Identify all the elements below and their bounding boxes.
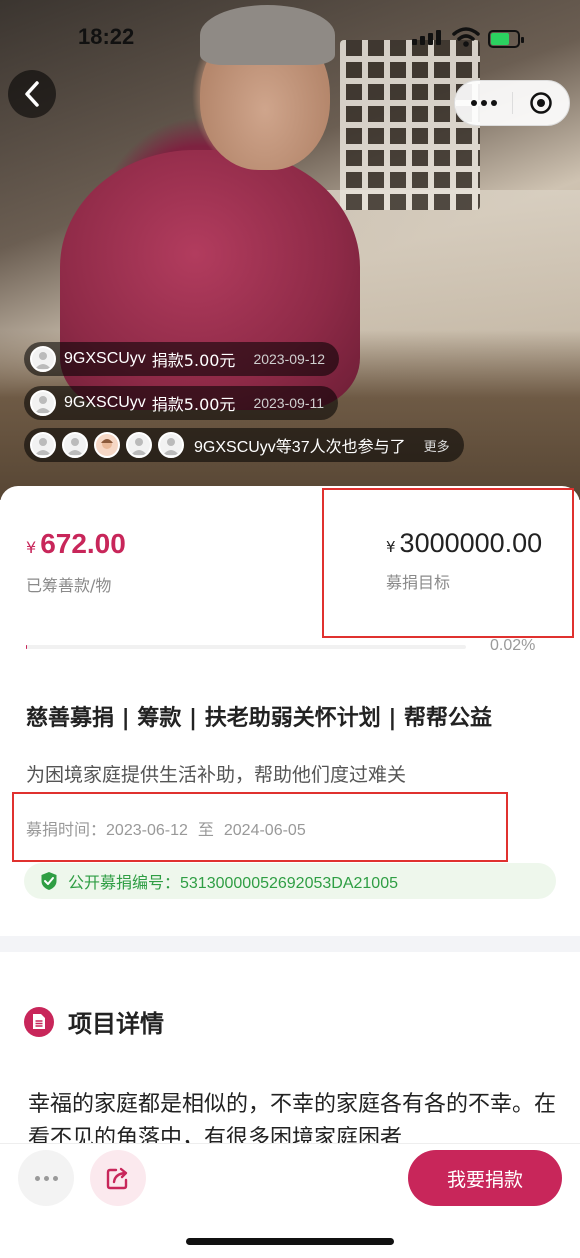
avatar [30,390,56,416]
project-title: 慈善募捐 | 筹款 | 扶老助弱关怀计划 | 帮帮公益 [26,706,493,731]
share-button[interactable] [90,1150,146,1206]
project-subtitle: 为困境家庭提供生活补助，帮助他们度过难关 [26,764,407,786]
goal-highlight-box [322,488,574,638]
home-indicator [186,1238,394,1245]
back-button[interactable] [8,70,56,118]
avatar [94,432,120,458]
progress-percent: 0.02% [490,637,536,654]
donation-date: 2023-09-11 [253,395,325,411]
section-divider [0,936,580,952]
avatar [62,432,88,458]
raised-value: 672.00 [40,528,126,559]
donor-name: 9GXSCUyv [64,350,146,367]
donation-action: 捐款5.00元 [151,395,236,414]
period-highlight-box [12,792,508,862]
progress-bar [26,645,466,649]
wifi-icon [452,27,480,47]
donation-record: 9GXSCUyv 捐款5.00元 2023-09-12 [24,342,340,376]
currency-symbol: ¥ [26,538,37,557]
signal-icon [412,30,441,45]
donate-button[interactable]: 我要捐款 [408,1150,562,1206]
progress-fill [26,645,28,649]
registration-badge: 公开募捐编号：53130000052692053DA21005 [24,863,556,899]
battery-icon [488,30,524,48]
status-bar: 18:22 [0,0,580,80]
avatar [126,432,152,458]
more-options-button[interactable] [18,1150,74,1206]
registration-number: 公开募捐编号：53130000052692053DA21005 [68,875,398,892]
mini-program-capsule [454,80,570,126]
more-menu-button[interactable] [455,100,512,106]
donation-record: 9GXSCUyv 捐款5.00元 2023-09-11 [24,386,339,420]
avatar [30,346,56,372]
target-icon [530,92,552,114]
details-heading: 项目详情 [68,1010,164,1038]
avatar [158,432,184,458]
status-time: 18:22 [78,24,135,49]
details-header: 项目详情 [24,1004,164,1039]
avatar [30,432,56,458]
participants-text: 9GXSCUyv等37人次也参与了 [194,439,406,456]
donation-date: 2023-09-12 [253,351,326,367]
document-icon [24,1006,54,1037]
raised-amount: ¥ 672.00 [26,528,126,560]
shield-check-icon [41,872,57,890]
details-text: 幸福的家庭都是相似的，不幸的家庭各有各的不幸。在看不见的角落中，有很多困境家庭困… [28,1092,557,1146]
participants-more-link[interactable]: 更多 [424,436,450,455]
chevron-left-icon [25,81,39,107]
donor-name: 9GXSCUyv [64,394,146,411]
participant-avatars [30,432,184,458]
participants-summary[interactable]: 9GXSCUyv等37人次也参与了 更多 [24,428,464,462]
close-miniprogram-button[interactable] [513,91,569,115]
donation-action: 捐款5.00元 [151,351,236,370]
share-icon [106,1167,128,1190]
raised-label: 已筹善款/物 [26,576,112,595]
